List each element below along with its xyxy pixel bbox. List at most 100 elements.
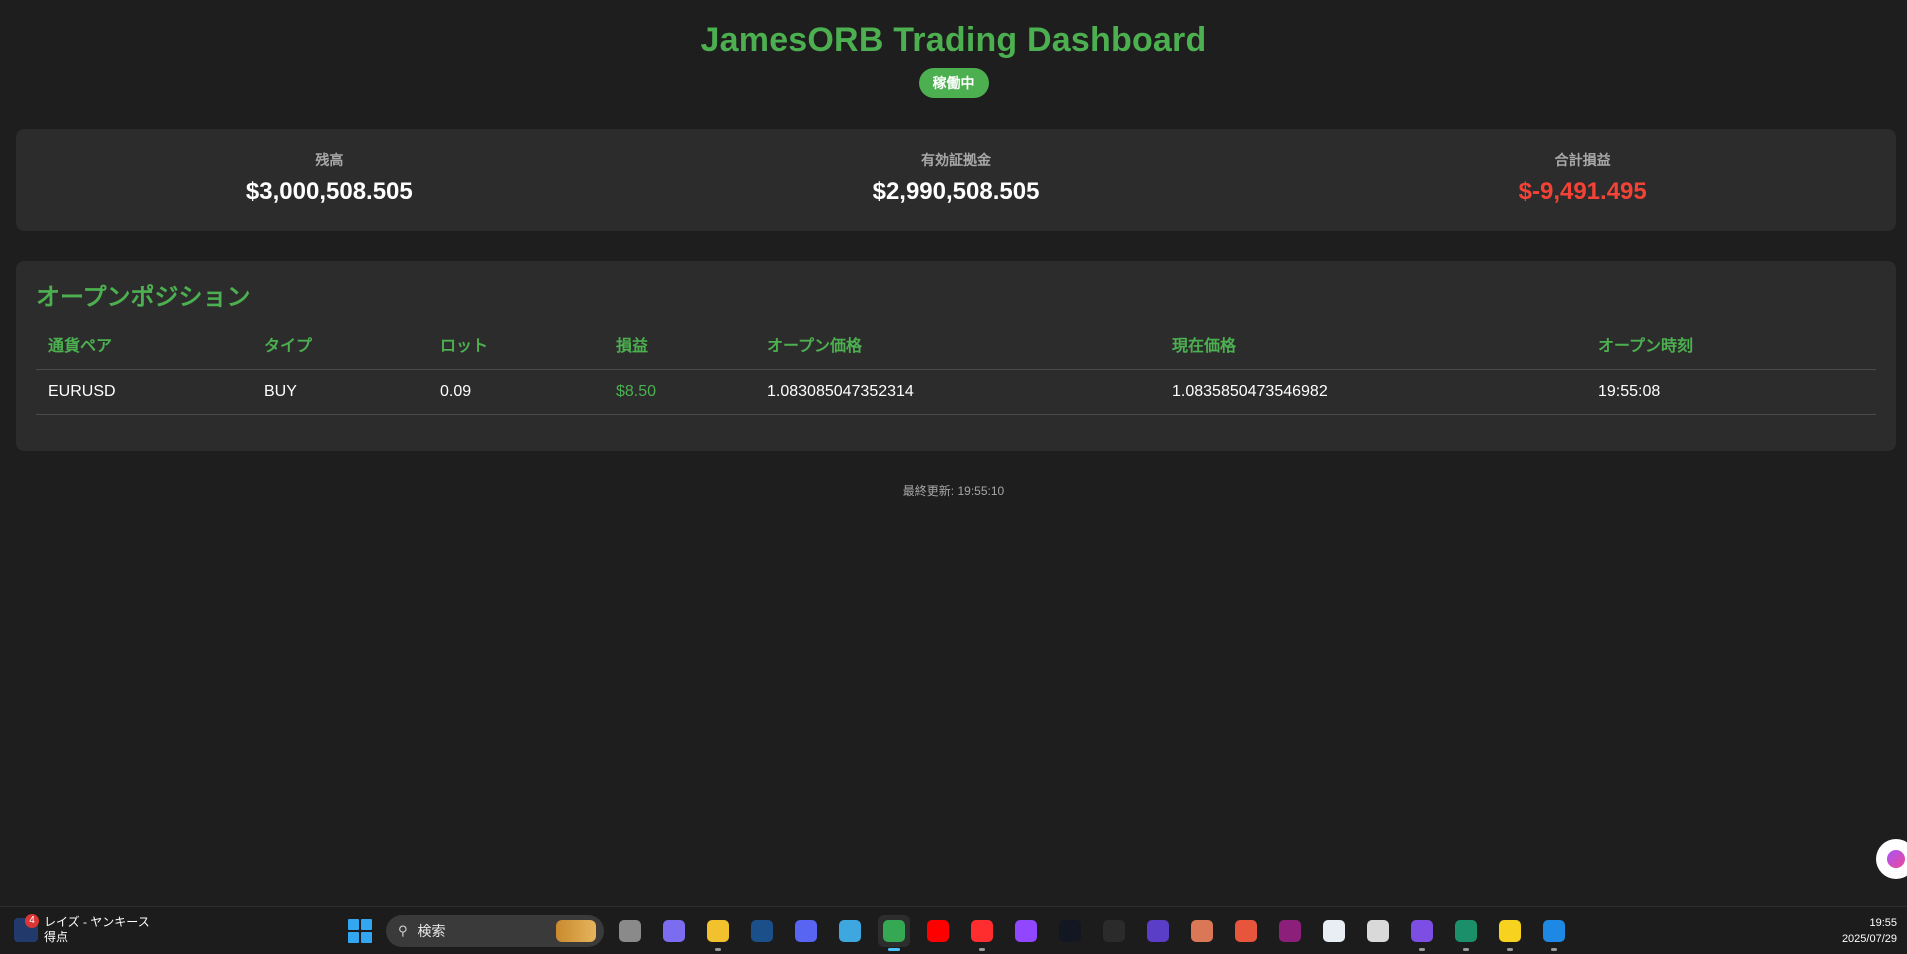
running-indicator — [888, 948, 900, 951]
cell-type: BUY — [252, 369, 428, 415]
metric-label: 残高 — [315, 152, 344, 168]
running-indicator — [715, 948, 721, 951]
metric-total-pnl: 合計損益 $-9,491.495 — [1269, 129, 1896, 231]
windows-start-icon[interactable] — [348, 919, 372, 943]
table-row[interactable]: EURUSD BUY 0.09 $8.50 1.083085047352314 … — [36, 369, 1876, 415]
taskbar-app-button[interactable] — [1142, 915, 1174, 947]
taskbar-app-button[interactable] — [1010, 915, 1042, 947]
search-placeholder: 検索 — [417, 923, 446, 939]
clock-date: 2025/07/29 — [1841, 933, 1897, 945]
app-store-icon — [1323, 920, 1345, 942]
search-icon: ⚲ — [398, 923, 408, 938]
tradingview-icon — [1059, 920, 1081, 942]
widget-subtitle: 得点 — [44, 930, 69, 944]
taskbar-app-button[interactable] — [1450, 915, 1482, 951]
playstation-icon — [1147, 920, 1169, 942]
column-header[interactable]: 損益 — [604, 337, 755, 370]
calculator-icon — [1103, 920, 1125, 942]
running-indicator — [1551, 948, 1557, 951]
last-updated: 最終更新: 19:55:10 — [902, 484, 1005, 498]
column-header[interactable]: タイプ — [252, 337, 428, 370]
taskbar-app-button[interactable] — [1494, 915, 1526, 951]
discord-icon — [795, 920, 817, 942]
file-explorer-icon — [707, 920, 729, 942]
column-header[interactable]: オープン価格 — [755, 337, 1160, 370]
column-header[interactable]: 通貨ペア — [36, 337, 252, 370]
notification-badge: 4 — [25, 914, 39, 928]
taskbar-app-button[interactable] — [1098, 915, 1130, 947]
column-header[interactable]: 現在価格 — [1160, 337, 1586, 370]
taskbar-app-button[interactable] — [1274, 915, 1306, 947]
powershell-icon — [1279, 920, 1301, 942]
taskbar-app-button[interactable] — [966, 915, 998, 951]
taskbar-apps — [614, 915, 1582, 951]
taskbar-app-button[interactable] — [1230, 915, 1262, 947]
cell-open-time: 19:55:08 — [1586, 369, 1876, 415]
account-summary: 残高 $3,000,508.505 有効証拠金 $2,990,508.505 合… — [16, 129, 1896, 231]
widgets-button[interactable]: 4 レイズ - ヤンキース 得点 — [14, 914, 150, 945]
metric-label: 有効証拠金 — [921, 152, 991, 168]
taskbar-app-button[interactable] — [922, 915, 954, 947]
taskbar-app-button[interactable] — [746, 915, 778, 947]
taskbar-app-button[interactable] — [790, 915, 822, 947]
youtube-icon — [971, 920, 993, 942]
system-clock[interactable]: 19:55 2025/07/29 — [1842, 915, 1897, 947]
running-indicator — [979, 948, 985, 951]
photos-icon — [839, 920, 861, 942]
running-indicator — [1419, 948, 1425, 951]
open-positions-panel: オープンポジション 通貨ペア タイプ ロット 損益 オープン価格 現在価格 オー… — [16, 261, 1896, 451]
cell-open-price: 1.083085047352314 — [755, 369, 1160, 415]
vscode-icon — [1543, 920, 1565, 942]
cell-lot: 0.09 — [428, 369, 604, 415]
column-header[interactable]: オープン時刻 — [1586, 337, 1876, 370]
taskbar-app-button[interactable] — [878, 915, 910, 951]
taskbar: 4 レイズ - ヤンキース 得点 ⚲ 検索 19:55 2025/07/29 — [0, 906, 1907, 954]
taskbar-app-button[interactable] — [702, 915, 734, 951]
chrome-icon — [883, 920, 905, 942]
taskbar-app-button[interactable] — [1406, 915, 1438, 951]
clock-time: 19:55 — [1869, 917, 1897, 929]
section-title: オープンポジション — [36, 284, 251, 311]
cell-pnl: $8.50 — [604, 369, 755, 415]
column-header[interactable]: ロット — [428, 337, 604, 370]
notes-icon — [1235, 920, 1257, 942]
taskbar-app-button[interactable] — [1054, 915, 1086, 947]
claude-icon — [1191, 920, 1213, 942]
metric-label: 合計損益 — [1554, 152, 1611, 168]
sticky-notes-icon — [1499, 920, 1521, 942]
steam-icon — [751, 920, 773, 942]
taskbar-app-button[interactable] — [1318, 915, 1350, 947]
chatgpt-icon — [1367, 920, 1389, 942]
twitch-icon — [1015, 920, 1037, 942]
metatrader-icon — [1455, 920, 1477, 942]
metric-value: $3,000,508.505 — [245, 178, 413, 205]
taskbar-app-button[interactable] — [614, 915, 646, 947]
widget-text: レイズ - ヤンキース 得点 — [44, 915, 150, 945]
running-indicator — [1507, 948, 1513, 951]
taskbar-app-button[interactable] — [1362, 915, 1394, 947]
cell-symbol: EURUSD — [36, 369, 252, 415]
page-title: JamesORB Trading Dashboard — [700, 21, 1207, 59]
baseball-icon: 4 — [14, 914, 39, 942]
search-highlight-icon — [556, 920, 596, 942]
cell-current-price: 1.0835850473546982 — [1160, 369, 1586, 415]
metric-value: $-9,491.495 — [1518, 178, 1647, 205]
brain-icon — [1887, 850, 1905, 868]
positions-table: 通貨ペア タイプ ロット 損益 オープン価格 現在価格 オープン時刻 EURUS… — [36, 337, 1876, 415]
taskbar-search[interactable]: ⚲ 検索 — [386, 915, 604, 947]
header: JamesORB Trading Dashboard 稼働中 — [0, 0, 1907, 98]
taskbar-app-button[interactable] — [834, 915, 866, 947]
widget-title: レイズ - ヤンキース — [44, 915, 150, 929]
metric-value: $2,990,508.505 — [872, 178, 1040, 205]
taskbar-app-button[interactable] — [658, 915, 690, 947]
running-indicator — [1463, 948, 1469, 951]
assistant-float-button[interactable] — [1876, 839, 1907, 879]
metric-equity: 有効証拠金 $2,990,508.505 — [643, 129, 1270, 231]
metric-balance: 残高 $3,000,508.505 — [16, 129, 643, 231]
taskbar-app-button[interactable] — [1538, 915, 1570, 951]
youtube-music-icon — [927, 920, 949, 942]
table-header-row: 通貨ペア タイプ ロット 損益 オープン価格 現在価格 オープン時刻 — [36, 337, 1876, 370]
status-badge: 稼働中 — [918, 68, 989, 98]
taskbar-app-button[interactable] — [1186, 915, 1218, 947]
dashboard-page: JamesORB Trading Dashboard 稼働中 残高 $3,000… — [0, 0, 1907, 954]
